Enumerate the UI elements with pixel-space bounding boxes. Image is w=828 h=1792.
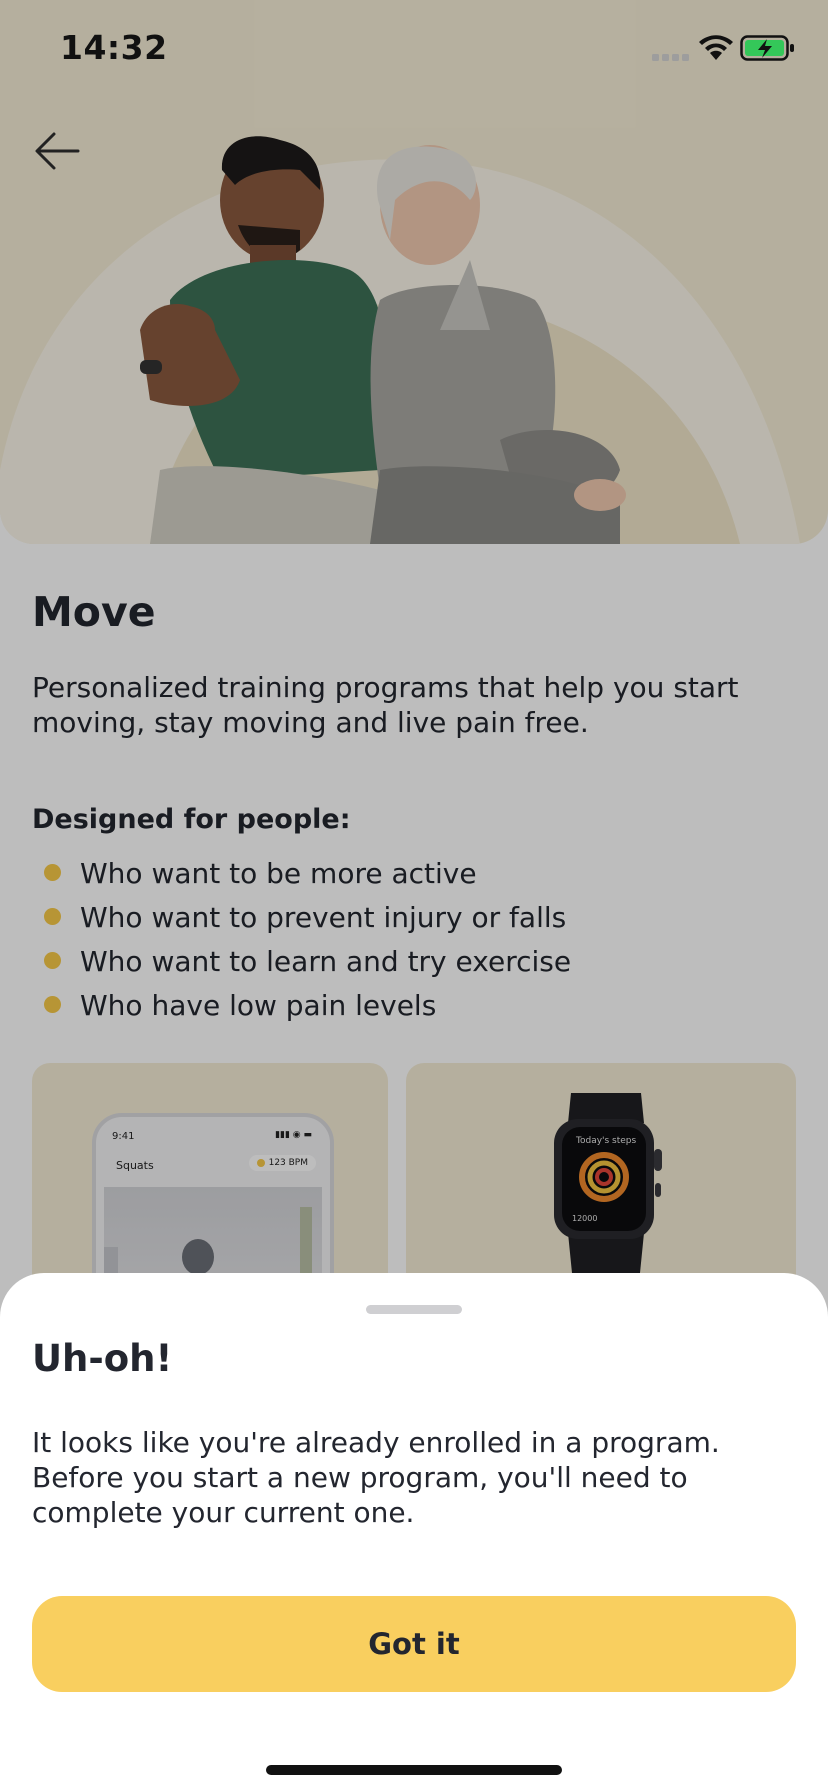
sheet-message: It looks like you're already enrolled in… (32, 1426, 720, 1529)
home-indicator[interactable] (266, 1765, 562, 1775)
sheet-drag-handle[interactable] (366, 1305, 462, 1314)
status-time: 14:32 (60, 28, 168, 67)
wifi-icon (699, 35, 733, 60)
program-detail-page: 14:32 Move Personalized training program… (0, 0, 828, 1792)
status-bar: 14:32 (0, 0, 828, 100)
enrollment-alert-sheet: Uh-oh! It looks like you're already enro… (0, 1273, 828, 1792)
sheet-title: Uh-oh! (32, 1337, 173, 1380)
back-arrow-icon[interactable] (30, 128, 84, 174)
got-it-button[interactable]: Got it (32, 1596, 796, 1692)
cellular-signal-icon (652, 54, 689, 61)
battery-charging-icon (740, 35, 794, 61)
